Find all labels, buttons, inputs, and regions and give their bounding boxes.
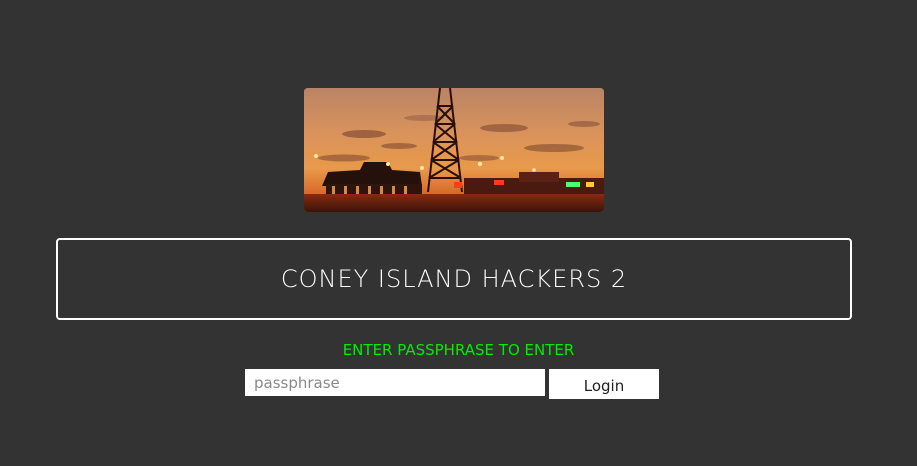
login-button[interactable]: Login xyxy=(549,369,659,399)
title-box: CONEY ISLAND HACKERS 2 xyxy=(56,238,852,320)
passphrase-prompt: ENTER PASSPHRASE TO ENTER xyxy=(342,341,575,359)
coney-island-photo xyxy=(304,88,604,212)
page-title: CONEY ISLAND HACKERS 2 xyxy=(280,265,628,293)
banner-image xyxy=(304,88,604,212)
passphrase-input[interactable] xyxy=(245,369,545,396)
